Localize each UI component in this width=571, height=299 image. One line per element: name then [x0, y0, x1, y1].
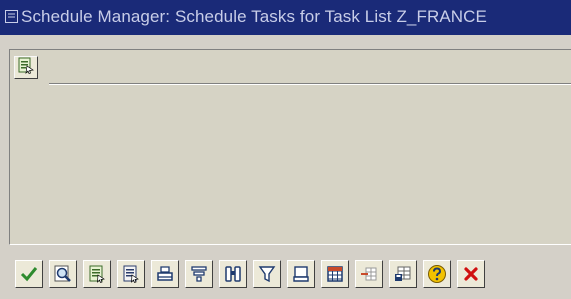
layout-save-icon	[394, 265, 412, 283]
main-content-area	[9, 49, 571, 245]
execute-button[interactable]	[14, 56, 38, 79]
help-icon	[427, 264, 447, 284]
find-icon	[224, 265, 242, 283]
cancel-icon	[463, 266, 479, 282]
display-detail-icon	[53, 264, 73, 284]
layout-save-button[interactable]	[389, 260, 417, 288]
execute-list-icon	[18, 57, 34, 79]
application-toolbar	[10, 50, 571, 84]
window-title: Schedule Manager: Schedule Tasks for Tas…	[21, 7, 487, 26]
insert-row-button[interactable]	[355, 260, 383, 288]
cancel-button[interactable]	[457, 260, 485, 288]
find-button[interactable]	[219, 260, 247, 288]
filter-icon	[258, 265, 276, 283]
print-button[interactable]	[151, 260, 179, 288]
bottom-toolbar	[0, 254, 571, 299]
filter-button[interactable]	[253, 260, 281, 288]
title-bar: Schedule Manager: Schedule Tasks for Tas…	[0, 0, 571, 35]
print-icon	[156, 265, 174, 283]
list-details-button[interactable]	[83, 260, 111, 288]
printer-setup-button[interactable]	[287, 260, 315, 288]
sort-button[interactable]	[185, 260, 213, 288]
display-button[interactable]	[49, 260, 77, 288]
document-list-icon	[122, 265, 140, 284]
document-list-button[interactable]	[117, 260, 145, 288]
table-grid-icon	[326, 265, 344, 283]
list-details-icon	[88, 265, 106, 284]
insert-row-icon	[360, 265, 378, 283]
toolbar-separator-highlight	[49, 84, 571, 85]
printer-setup-icon	[292, 265, 310, 283]
menu-area	[0, 35, 571, 49]
help-button[interactable]	[423, 260, 451, 288]
sort-icon	[190, 265, 208, 283]
window-icon	[5, 10, 18, 23]
confirm-button[interactable]	[15, 260, 43, 288]
check-icon	[20, 265, 38, 283]
table-grid-button[interactable]	[321, 260, 349, 288]
